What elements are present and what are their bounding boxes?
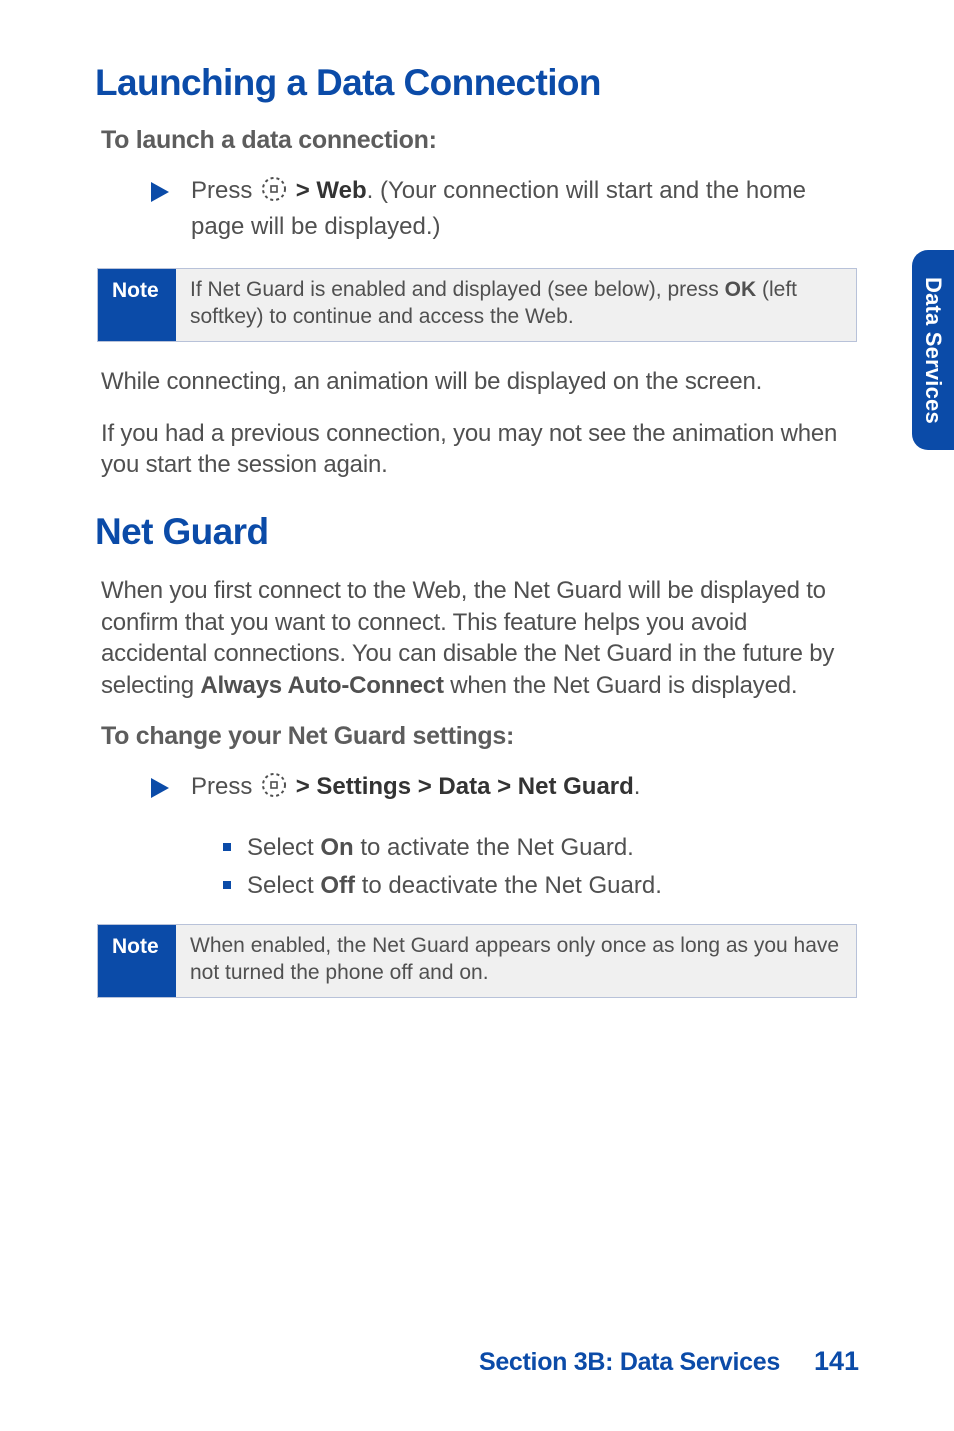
- step-list-1: Press > Web. (Your connection will start…: [151, 175, 859, 242]
- heading-launching: Launching a Data Connection: [95, 62, 859, 104]
- footer-section-label: Section 3B: Data Services: [479, 1348, 780, 1377]
- note-box-2: Note When enabled, the Net Guard appears…: [97, 924, 857, 998]
- text-fragment: Press: [191, 177, 252, 204]
- list-text: Select Off to deactivate the Net Guard.: [247, 870, 662, 902]
- text-fragment: Select: [247, 834, 320, 861]
- step-text: Press > Web. (Your connection will start…: [191, 175, 859, 242]
- note-label: Note: [98, 925, 176, 997]
- subhead-launch: To launch a data connection:: [101, 126, 859, 155]
- paragraph: While connecting, an animation will be d…: [101, 366, 853, 398]
- sub-list: Select On to activate the Net Guard. Sel…: [223, 832, 859, 901]
- note-body: If Net Guard is enabled and displayed (s…: [176, 269, 856, 341]
- step-item: Press > Web. (Your connection will start…: [151, 175, 859, 242]
- text-bold: On: [320, 834, 353, 861]
- paragraph: If you had a previous connection, you ma…: [101, 418, 853, 481]
- footer-page-number: 141: [814, 1346, 859, 1377]
- text-bold: Off: [320, 872, 355, 899]
- text-fragment: Press: [191, 773, 252, 800]
- list-item: Select Off to deactivate the Net Guard.: [223, 870, 859, 902]
- subhead-change: To change your Net Guard settings:: [101, 722, 859, 751]
- text-bold: OK: [725, 278, 757, 301]
- step-text: Press > Settings > Data > Net Guard.: [191, 771, 859, 807]
- text-bold: > Settings > Data > Net Guard: [289, 773, 634, 800]
- note-box-1: Note If Net Guard is enabled and display…: [97, 268, 857, 342]
- text-fragment: to activate the Net Guard.: [354, 834, 634, 861]
- text-bold: > Web: [289, 177, 367, 204]
- step-list-2: Press > Settings > Data > Net Guard.: [151, 771, 859, 807]
- list-item: Select On to activate the Net Guard.: [223, 832, 859, 864]
- side-tab-label: Data Services: [920, 277, 946, 424]
- text-fragment: Select: [247, 872, 320, 899]
- text-fragment: when the Net Guard is displayed.: [444, 672, 798, 699]
- page-content: Launching a Data Connection To launch a …: [0, 0, 954, 998]
- text-fragment: .: [634, 773, 641, 800]
- text-bold: Always Auto-Connect: [200, 672, 443, 699]
- triangle-bullet-icon: [151, 775, 169, 807]
- square-bullet-icon: [223, 843, 231, 851]
- side-tab: Data Services: [912, 250, 954, 450]
- nav-key-icon: [261, 772, 287, 807]
- paragraph: When you first connect to the Web, the N…: [101, 575, 853, 702]
- text-fragment: If Net Guard is enabled and displayed (s…: [190, 278, 725, 301]
- list-text: Select On to activate the Net Guard.: [247, 832, 634, 864]
- triangle-bullet-icon: [151, 179, 169, 211]
- square-bullet-icon: [223, 881, 231, 889]
- note-label: Note: [98, 269, 176, 341]
- text-fragment: to deactivate the Net Guard.: [355, 872, 662, 899]
- note-body: When enabled, the Net Guard appears only…: [176, 925, 856, 997]
- step-item: Press > Settings > Data > Net Guard.: [151, 771, 859, 807]
- heading-netguard: Net Guard: [95, 511, 859, 553]
- nav-key-icon: [261, 176, 287, 211]
- page-footer: Section 3B: Data Services 141: [479, 1346, 859, 1377]
